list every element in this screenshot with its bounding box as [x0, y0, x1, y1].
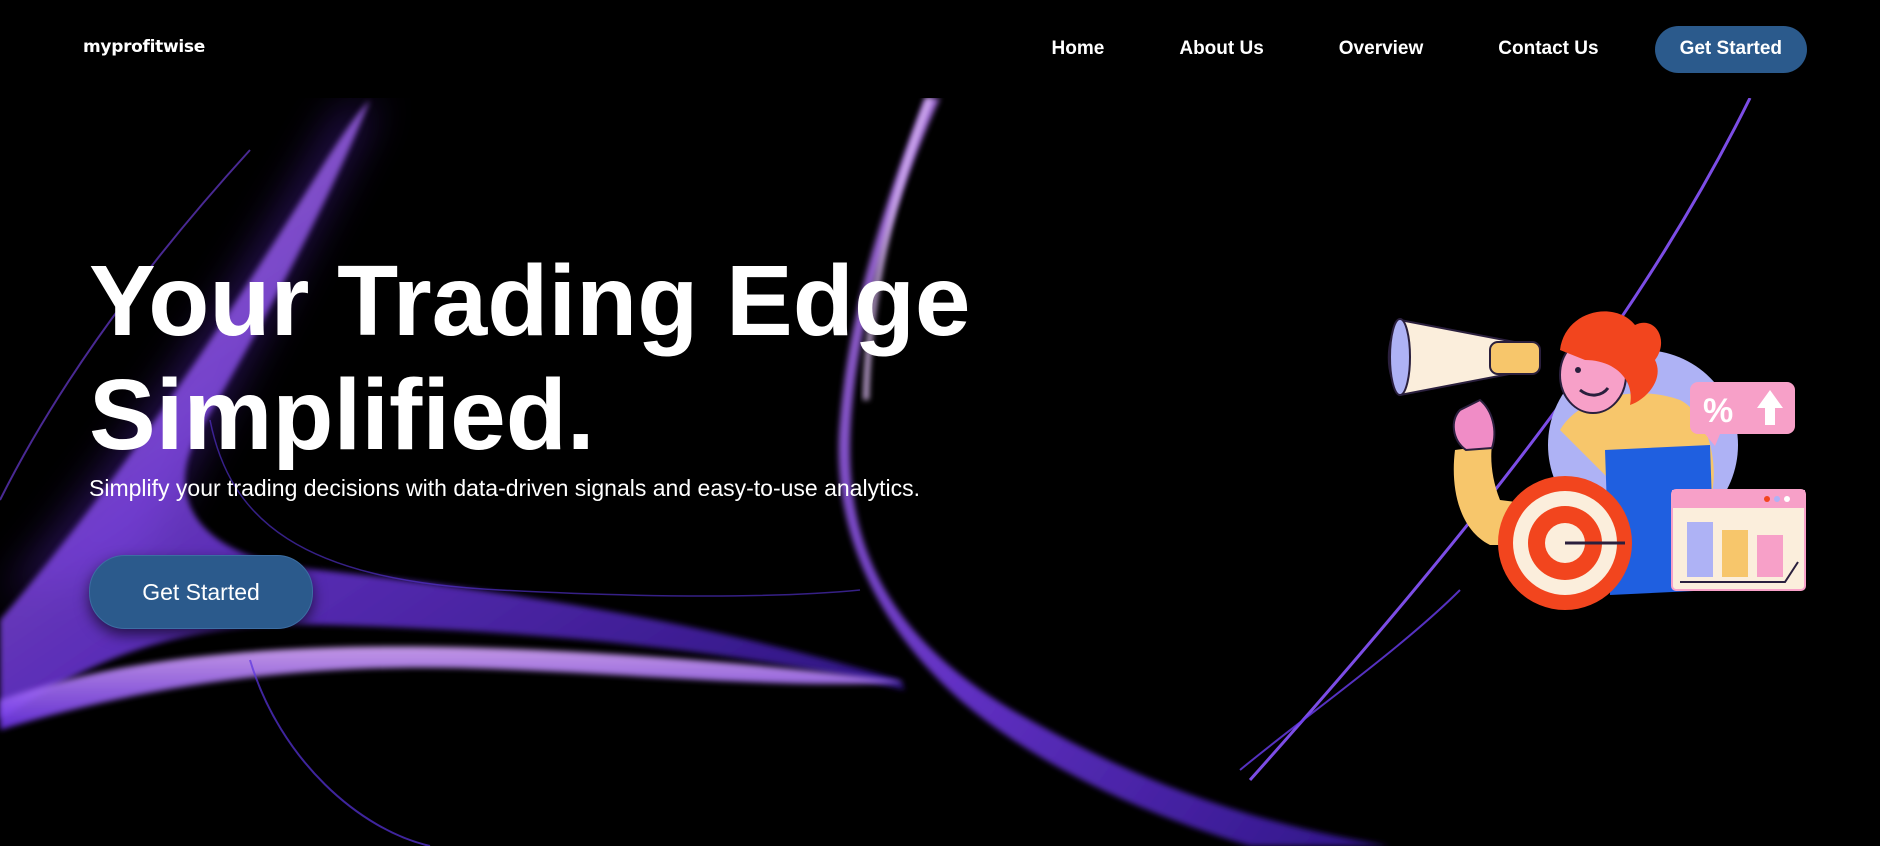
hero-subtitle: Simplify your trading decisions with dat… — [89, 475, 920, 501]
nav-home[interactable]: Home — [1052, 38, 1105, 60]
logo[interactable]: myprofitwise — [83, 37, 205, 57]
person-eye — [1575, 367, 1581, 373]
landing-page: myprofitwise Home About Us Overview Cont… — [0, 0, 1880, 846]
hero-title-line2: Simplified. — [89, 359, 595, 471]
megaphone-icon — [1387, 318, 1541, 397]
header-get-started-button[interactable]: Get Started — [1654, 25, 1807, 73]
person-hand — [1452, 398, 1496, 452]
target-icon — [1498, 476, 1632, 610]
hero-title-line1: Your Trading Edge — [89, 245, 971, 357]
site-header: myprofitwise Home About Us Overview Cont… — [0, 0, 1880, 98]
nav-about-us[interactable]: About Us — [1179, 38, 1263, 60]
hero-get-started-button[interactable]: Get Started — [89, 555, 313, 629]
percent-symbol: % — [1703, 392, 1733, 430]
chart-card-icon — [1671, 489, 1806, 591]
hero-title: Your Trading Edge Simplified. — [89, 244, 971, 472]
nav-overview[interactable]: Overview — [1339, 38, 1424, 60]
marketing-illustration: % — [1387, 311, 1806, 610]
nav-contact-us[interactable]: Contact Us — [1498, 38, 1598, 60]
main-nav: Home About Us Overview Contact Us Get St… — [1052, 0, 1807, 98]
